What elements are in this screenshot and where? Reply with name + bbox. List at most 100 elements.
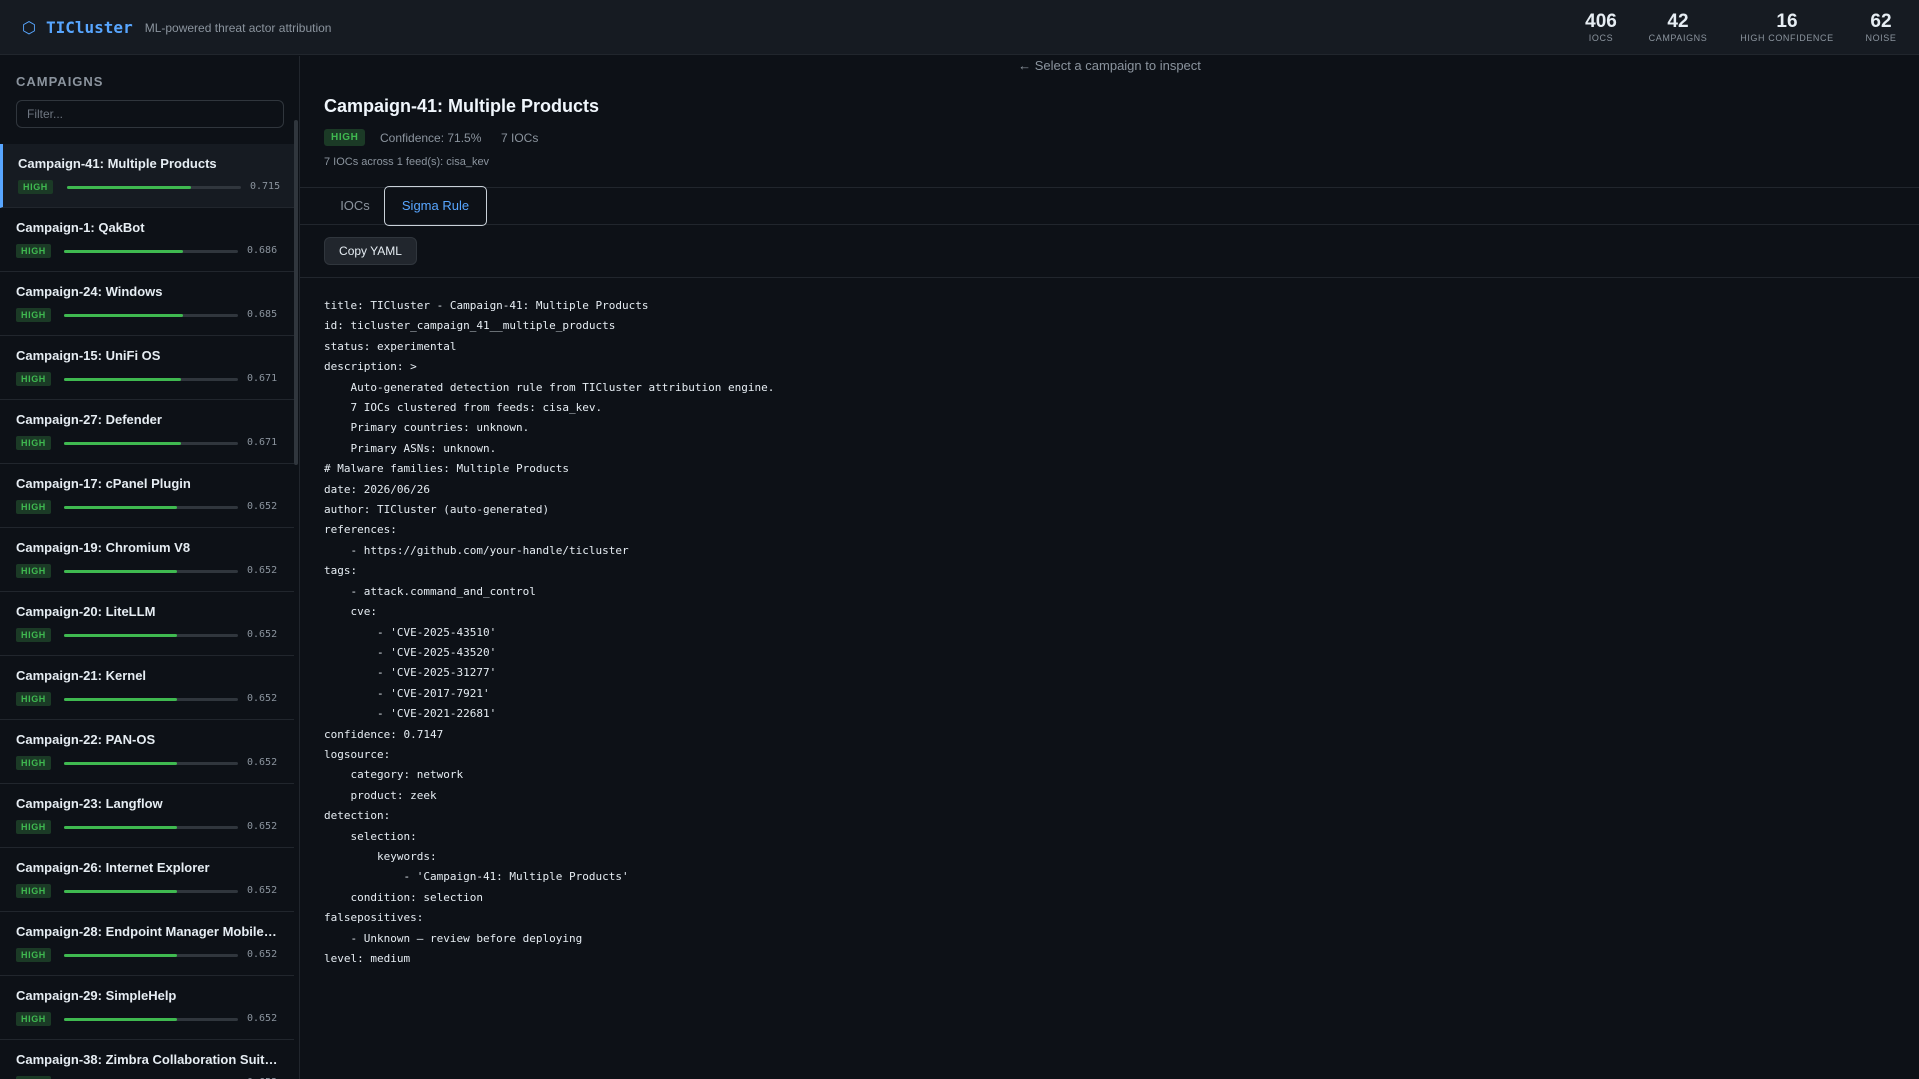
confidence-bar: [64, 954, 238, 957]
campaign-list-item[interactable]: Campaign-21: Kernel HIGH 0.652: [0, 656, 294, 720]
confidence-score: 0.652: [247, 501, 278, 512]
stat-iocs-label: IOCS: [1588, 33, 1614, 43]
stat-noise-label: NOISE: [1865, 33, 1897, 43]
hexagon-logo-icon: ⬡: [22, 18, 36, 37]
confidence-score: 0.652: [247, 565, 278, 576]
campaign-sidebar: CAMPAIGNS Campaign-41: Multiple Products…: [0, 56, 300, 1079]
confidence-badge: HIGH: [16, 564, 51, 578]
confidence-score: 0.686: [247, 245, 278, 256]
campaign-list-item[interactable]: Campaign-1: QakBot HIGH 0.686: [0, 208, 294, 272]
confidence-badge: HIGH: [16, 436, 51, 450]
confidence-bar-fill: [64, 762, 178, 765]
campaign-list: Campaign-41: Multiple Products HIGH 0.715 C…: [0, 144, 294, 1079]
confidence-badge: HIGH: [16, 308, 51, 322]
confidence-bar-fill: [64, 634, 178, 637]
campaign-name: Campaign-27: Defender: [16, 412, 162, 427]
campaign-list-item[interactable]: Campaign-28: Endpoint Manager Mobile (..…: [0, 912, 294, 976]
confidence-score: 0.652: [247, 885, 278, 896]
confidence-bar-fill: [64, 250, 184, 253]
confidence-bar: [64, 1018, 238, 1021]
campaign-detail-panel: ← Select a campaign to inspect Campaign-…: [300, 56, 1919, 1079]
campaign-list-item[interactable]: Campaign-29: SimpleHelp HIGH 0.652: [0, 976, 294, 1040]
brand[interactable]: ⬡ TICluster ML-powered threat actor attr…: [22, 18, 331, 37]
stat-noise-value: 62: [1870, 11, 1892, 32]
sidebar-scrollbar[interactable]: [294, 120, 298, 465]
sigma-rule-yaml: title: TICluster - Campaign-41: Multiple…: [324, 299, 775, 965]
campaign-list-item[interactable]: Campaign-38: Zimbra Collaboration Suite …: [0, 1040, 294, 1079]
campaign-list-item[interactable]: Campaign-19: Chromium V8 HIGH 0.652: [0, 528, 294, 592]
top-bar: ⬡ TICluster ML-powered threat actor attr…: [0, 0, 1919, 55]
campaign-name: Campaign-24: Windows: [16, 284, 163, 299]
confidence-bar: [64, 698, 238, 701]
confidence-score: 0.652: [247, 629, 278, 640]
ioc-count-text: 7 IOCs: [501, 131, 539, 145]
sidebar-title: CAMPAIGNS: [16, 74, 104, 89]
stat-high-confidence-value: 16: [1776, 11, 1798, 32]
stat-iocs: 406 IOCS: [1576, 11, 1626, 44]
confidence-score: 0.671: [247, 373, 278, 384]
confidence-bar: [64, 250, 238, 253]
stat-campaigns: 42 CAMPAIGNS: [1641, 11, 1715, 44]
confidence-score: 0.715: [250, 181, 281, 192]
confidence-bar: [64, 314, 238, 317]
campaign-list-item[interactable]: Campaign-24: Windows HIGH 0.685: [0, 272, 294, 336]
campaign-name: Campaign-38: Zimbra Collaboration Suite …: [16, 1052, 278, 1067]
confidence-bar-fill: [64, 698, 178, 701]
campaign-list-item[interactable]: Campaign-27: Defender HIGH 0.671: [0, 400, 294, 464]
campaign-feed-summary: 7 IOCs across 1 feed(s): cisa_kev: [324, 156, 490, 168]
confidence-bar-fill: [64, 378, 181, 381]
stat-iocs-value: 406: [1585, 11, 1617, 32]
confidence-score: 0.652: [247, 821, 278, 832]
select-campaign-hint: ← Select a campaign to inspect: [1018, 58, 1201, 73]
confidence-badge: HIGH: [16, 692, 51, 706]
stat-high-confidence: 16 HIGH CONFIDENCE: [1732, 11, 1842, 44]
confidence-level-badge: HIGH: [324, 129, 366, 146]
campaign-filter-input[interactable]: [16, 100, 284, 128]
campaign-name: Campaign-20: LiteLLM: [16, 604, 156, 619]
campaign-title: Campaign-41: Multiple Products: [324, 96, 600, 116]
confidence-score: 0.652: [247, 757, 278, 768]
confidence-badge: HIGH: [16, 1012, 51, 1026]
campaign-list-item[interactable]: Campaign-22: PAN-OS HIGH 0.652: [0, 720, 294, 784]
confidence-bar-fill: [64, 826, 178, 829]
campaign-list-item[interactable]: Campaign-23: Langflow HIGH 0.652: [0, 784, 294, 848]
confidence-badge: HIGH: [16, 244, 51, 258]
confidence-bar: [64, 890, 238, 893]
campaign-list-item[interactable]: Campaign-41: Multiple Products HIGH 0.715: [0, 144, 294, 208]
confidence-score: 0.652: [247, 949, 278, 960]
confidence-badge: HIGH: [16, 884, 51, 898]
brand-tagline: ML-powered threat actor attribution: [144, 20, 332, 35]
confidence-bar-fill: [64, 314, 184, 317]
confidence-bar-fill: [64, 1018, 178, 1021]
confidence-badge: HIGH: [18, 180, 53, 194]
confidence-bar-fill: [67, 186, 192, 189]
tabs-top-divider: [300, 187, 1919, 188]
confidence-bar-fill: [64, 506, 178, 509]
confidence-badge: HIGH: [16, 628, 51, 642]
confidence-bar: [64, 442, 238, 445]
confidence-score: 0.685: [247, 309, 278, 320]
campaign-name: Campaign-21: Kernel: [16, 668, 147, 683]
stat-noise: 62 NOISE: [1860, 11, 1902, 44]
copy-yaml-button[interactable]: Copy YAML: [324, 237, 417, 265]
tab-sigma-rule[interactable]: Sigma Rule: [384, 186, 487, 226]
confidence-badge: HIGH: [16, 756, 51, 770]
campaign-list-item[interactable]: Campaign-17: cPanel Plugin HIGH 0.652: [0, 464, 294, 528]
campaign-name: Campaign-15: UniFi OS: [16, 348, 161, 363]
confidence-badge: HIGH: [16, 500, 51, 514]
confidence-bar-fill: [64, 570, 178, 573]
confidence-badge: HIGH: [16, 372, 51, 386]
campaign-name: Campaign-17: cPanel Plugin: [16, 476, 191, 491]
tab-iocs[interactable]: IOCs: [324, 186, 386, 226]
stat-campaigns-value: 42: [1667, 11, 1689, 32]
confidence-text: Confidence: 71.5%: [380, 131, 482, 145]
campaign-list-item[interactable]: Campaign-20: LiteLLM HIGH 0.652: [0, 592, 294, 656]
campaign-list-item[interactable]: Campaign-26: Internet Explorer HIGH 0.652: [0, 848, 294, 912]
campaign-name: Campaign-23: Langflow: [16, 796, 163, 811]
campaign-list-item[interactable]: Campaign-15: UniFi OS HIGH 0.671: [0, 336, 294, 400]
confidence-bar: [64, 378, 238, 381]
confidence-bar: [64, 826, 238, 829]
campaign-name: Campaign-1: QakBot: [16, 220, 145, 235]
campaign-name: Campaign-41: Multiple Products: [18, 156, 217, 171]
confidence-bar-fill: [64, 890, 178, 893]
